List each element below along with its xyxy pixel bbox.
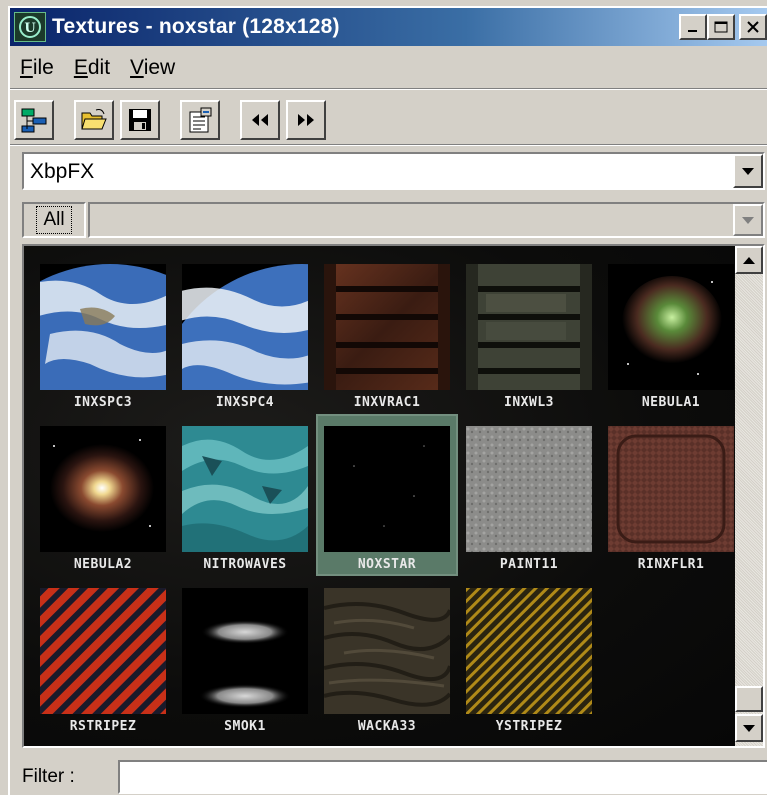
menu-view[interactable]: View [120, 56, 185, 80]
save-icon [129, 109, 151, 131]
texture-tile[interactable]: YSTRIPEZ [458, 576, 600, 738]
texture-tile[interactable]: PAINT11 [458, 414, 600, 576]
texture-name: PAINT11 [499, 557, 559, 572]
menu-separator [10, 88, 767, 90]
texture-thumbnail [608, 426, 734, 552]
texture-thumbnail [40, 426, 166, 552]
toolbar [14, 98, 326, 142]
save-button[interactable] [120, 100, 160, 140]
texture-tile[interactable]: RINXFLR1 [600, 414, 735, 576]
texture-tile[interactable]: INXWL3 [458, 252, 600, 414]
filter-input[interactable] [118, 760, 767, 794]
chevron-down-icon [742, 167, 754, 175]
texture-thumbnail [466, 426, 592, 552]
texture-name: YSTRIPEZ [495, 719, 563, 734]
texture-tile-selected[interactable]: NOXSTAR [316, 414, 458, 576]
previous-icon [252, 114, 268, 126]
texture-tile[interactable]: SMOK1 [174, 576, 316, 738]
texture-name: INXSPC4 [215, 395, 275, 410]
scroll-up-button[interactable] [735, 246, 763, 274]
texture-name: NITROWAVES [203, 557, 287, 572]
texture-thumbnail [324, 588, 450, 714]
properties-button[interactable] [180, 100, 220, 140]
group-row: All [22, 200, 765, 240]
menu-bar: File Edit View [10, 50, 767, 86]
texture-tile[interactable]: INXSPC4 [174, 252, 316, 414]
minimize-button[interactable] [679, 14, 707, 40]
tab-all-label: All [36, 206, 72, 234]
chevron-up-icon [743, 256, 755, 264]
texture-name: NEBULA1 [641, 395, 701, 410]
texture-thumbnail [466, 588, 592, 714]
collapse-tree-icon [21, 108, 47, 133]
open-folder-icon [81, 109, 107, 130]
texture-name: SMOK1 [224, 719, 266, 734]
texture-name: INXVRAC1 [353, 395, 421, 410]
window-title: Textures - noxstar (128x128) [52, 15, 340, 38]
vertical-scrollbar[interactable] [735, 246, 763, 746]
texture-tile[interactable]: NEBULA2 [32, 414, 174, 576]
texture-grid: INXSPC3 INXSPC4 INXVRAC1 INXWL3 NEBULA1 … [24, 246, 735, 746]
svg-text:U: U [24, 21, 36, 36]
texture-name: NOXSTAR [357, 557, 417, 572]
texture-tile[interactable]: RSTRIPEZ [32, 576, 174, 738]
group-combo-dropdown-button[interactable] [733, 204, 763, 236]
chevron-down-icon [742, 216, 754, 224]
scroll-down-button[interactable] [735, 714, 763, 742]
collapse-tree-button[interactable] [14, 100, 54, 140]
title-bar[interactable]: U Textures - noxstar (128x128) [10, 8, 767, 46]
texture-thumbnail [182, 264, 308, 390]
texture-name: WACKA33 [357, 719, 417, 734]
texture-name: INXWL3 [504, 395, 554, 410]
texture-thumbnail [182, 426, 308, 552]
menu-file[interactable]: File [10, 56, 64, 80]
package-combo-dropdown-button[interactable] [733, 154, 763, 188]
properties-icon [189, 107, 212, 133]
texture-name: NEBULA2 [73, 557, 133, 572]
maximize-button[interactable] [707, 14, 735, 40]
texture-browser: INXSPC3 INXSPC4 INXVRAC1 INXWL3 NEBULA1 … [22, 244, 765, 748]
texture-thumbnail [182, 588, 308, 714]
texture-thumbnail [40, 588, 166, 714]
next-button[interactable] [286, 100, 326, 140]
close-button[interactable] [739, 14, 767, 40]
texture-tile[interactable]: INXSPC3 [32, 252, 174, 414]
texture-thumbnail [324, 264, 450, 390]
group-combo[interactable] [88, 202, 765, 238]
next-icon [298, 114, 314, 126]
package-combo[interactable]: XbpFX [22, 152, 765, 190]
menu-edit[interactable]: Edit [64, 56, 120, 80]
toolbar-separator [10, 144, 767, 146]
texture-name: RSTRIPEZ [69, 719, 137, 734]
unreal-app-icon: U [14, 12, 46, 42]
previous-button[interactable] [240, 100, 280, 140]
texture-name: RINXFLR1 [637, 557, 705, 572]
texture-tile[interactable]: NEBULA1 [600, 252, 735, 414]
texture-thumbnail [40, 264, 166, 390]
texture-tile[interactable]: INXVRAC1 [316, 252, 458, 414]
texture-name: INXSPC3 [73, 395, 133, 410]
open-button[interactable] [74, 100, 114, 140]
package-combo-value: XbpFX [30, 160, 95, 183]
texture-thumbnail [466, 264, 592, 390]
chevron-down-icon [743, 724, 755, 732]
texture-thumbnail [608, 264, 734, 390]
texture-tile[interactable]: WACKA33 [316, 576, 458, 738]
filter-label: Filter : [22, 766, 75, 787]
texture-thumbnail [324, 426, 450, 552]
textures-window: U Textures - noxstar (128x128) File Edit… [8, 6, 767, 795]
tab-all[interactable]: All [22, 202, 86, 238]
texture-tile[interactable]: NITROWAVES [174, 414, 316, 576]
scrollbar-thumb[interactable] [735, 686, 763, 712]
